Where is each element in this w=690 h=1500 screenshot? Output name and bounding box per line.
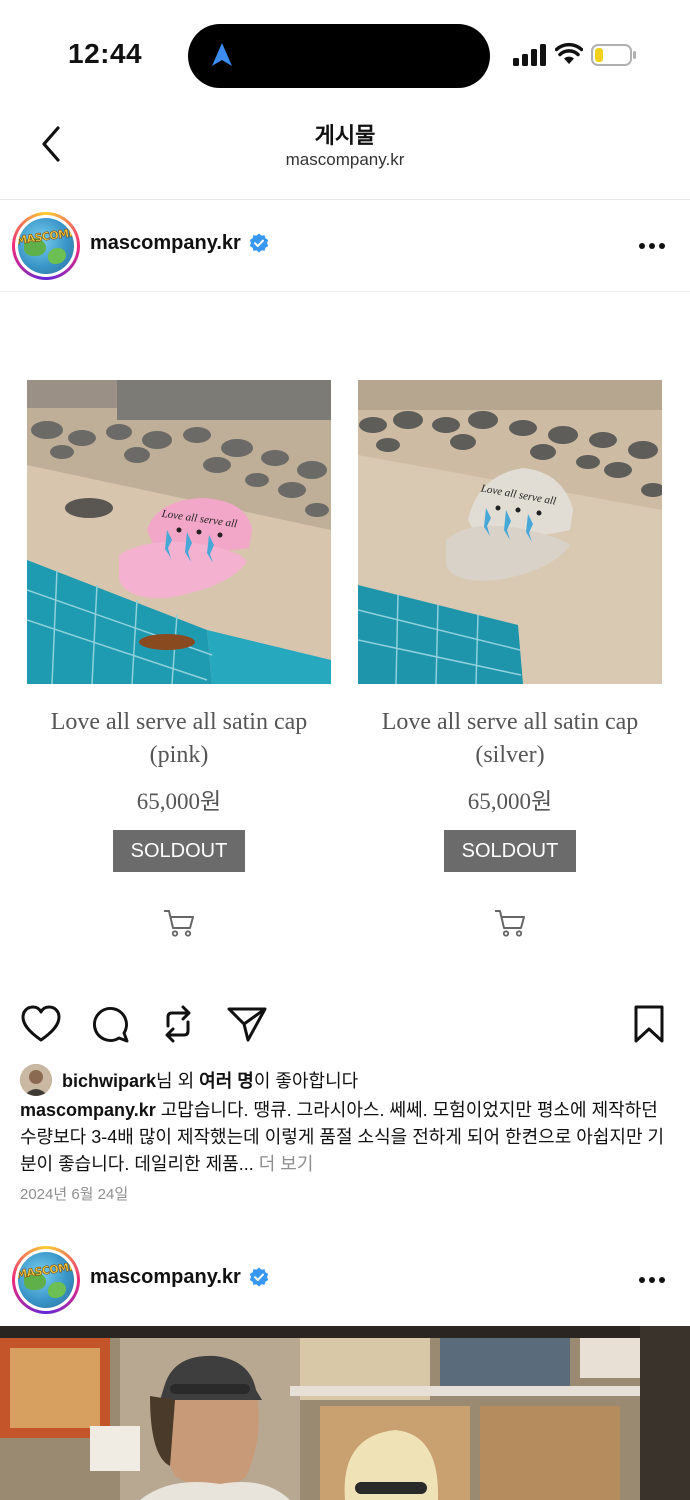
status-time: 12:44 (68, 38, 143, 69)
avatar-logo-text: MASCOMPANY (18, 1256, 74, 1282)
product-name-line1: Love all serve all satin cap (50, 709, 308, 735)
more-link[interactable]: 더 보기 (259, 1154, 314, 1174)
post-username[interactable]: mascompany.kr (90, 1266, 241, 1289)
page-header: 게시물 mascompany.kr (0, 110, 690, 200)
product-price: 65,000원 (467, 789, 553, 814)
post-image[interactable] (0, 1326, 690, 1500)
like-heart-icon[interactable] (20, 1004, 62, 1044)
verified-badge-icon (249, 1267, 269, 1287)
product-card-silver[interactable]: Love all serve all Love all serve all sa… (358, 380, 662, 938)
likes-text-part: 님 외 (156, 1071, 200, 1091)
product-photo[interactable]: Love all serve all (358, 380, 662, 684)
cart-icon[interactable] (162, 908, 196, 938)
post-username[interactable]: mascompany.kr (90, 232, 241, 255)
likes-text-part: 이 좋아합니다 (253, 1071, 359, 1091)
product-name-line2: (pink) (149, 742, 209, 768)
silver-cap-photo: Love all serve all (358, 380, 662, 684)
more-options-button[interactable] (638, 1276, 666, 1284)
avatar-logo-text: MASCOMPANY (18, 222, 74, 248)
likes-others[interactable]: 여러 명 (199, 1071, 254, 1091)
page-subtitle[interactable]: mascompany.kr (0, 150, 690, 170)
caption-username[interactable]: mascompany.kr (20, 1100, 156, 1120)
post-image[interactable]: Love all serve all Love all serve all sa… (0, 292, 690, 982)
liker-username[interactable]: bichwipark (62, 1071, 156, 1091)
product-name-line2: (silver) (475, 742, 545, 768)
post-caption: mascompany.kr 고맙습니다. 땡큐. 그라시아스. 쎄쎄. 모험이었… (20, 1097, 670, 1178)
post-header: MASCOMPANY mascompany.kr (0, 200, 690, 292)
post-date: 2024년 6월 24일 (20, 1186, 129, 1203)
post-header: MASCOMPANY mascompany.kr (0, 1234, 690, 1326)
product-name[interactable]: Love all serve all satin cap (silver) (358, 706, 662, 772)
post-actions (0, 1000, 690, 1050)
likes-text: bichwipark님 외 여러 명이 좋아합니다 (62, 1067, 358, 1093)
battery-icon (591, 44, 636, 66)
soldout-button[interactable]: SOLDOUT (113, 830, 245, 872)
share-send-icon[interactable] (226, 1004, 268, 1044)
repost-icon[interactable] (160, 1004, 196, 1044)
product-name-line1: Love all serve all satin cap (381, 709, 639, 735)
people-photo (0, 1326, 690, 1500)
cellular-signal-icon (513, 44, 546, 66)
page-title: 게시물 (314, 123, 376, 148)
verified-badge-icon (249, 233, 269, 253)
globe-logo-icon: MASCOMPANY (18, 1252, 74, 1308)
liker-avatar[interactable] (20, 1064, 52, 1096)
status-bar: 12:44 (0, 0, 690, 110)
wifi-icon (555, 42, 583, 64)
globe-logo-icon: MASCOMPANY (18, 218, 74, 274)
avatar[interactable]: MASCOMPANY (12, 1246, 80, 1314)
comment-icon[interactable] (90, 1004, 130, 1044)
more-options-button[interactable] (638, 242, 666, 250)
product-price: 65,000원 (136, 789, 222, 814)
product-card-pink[interactable]: Love all serve all Love all serve all sa… (27, 380, 331, 938)
bookmark-icon[interactable] (632, 1004, 666, 1044)
product-name[interactable]: Love all serve all satin cap (pink) (27, 706, 331, 772)
navigation-arrow-icon (212, 43, 232, 66)
avatar[interactable]: MASCOMPANY (12, 212, 80, 280)
product-photo[interactable]: Love all serve all (27, 380, 331, 684)
pink-cap-photo: Love all serve all (27, 380, 331, 684)
cart-icon[interactable] (493, 908, 527, 938)
soldout-button[interactable]: SOLDOUT (444, 830, 576, 872)
